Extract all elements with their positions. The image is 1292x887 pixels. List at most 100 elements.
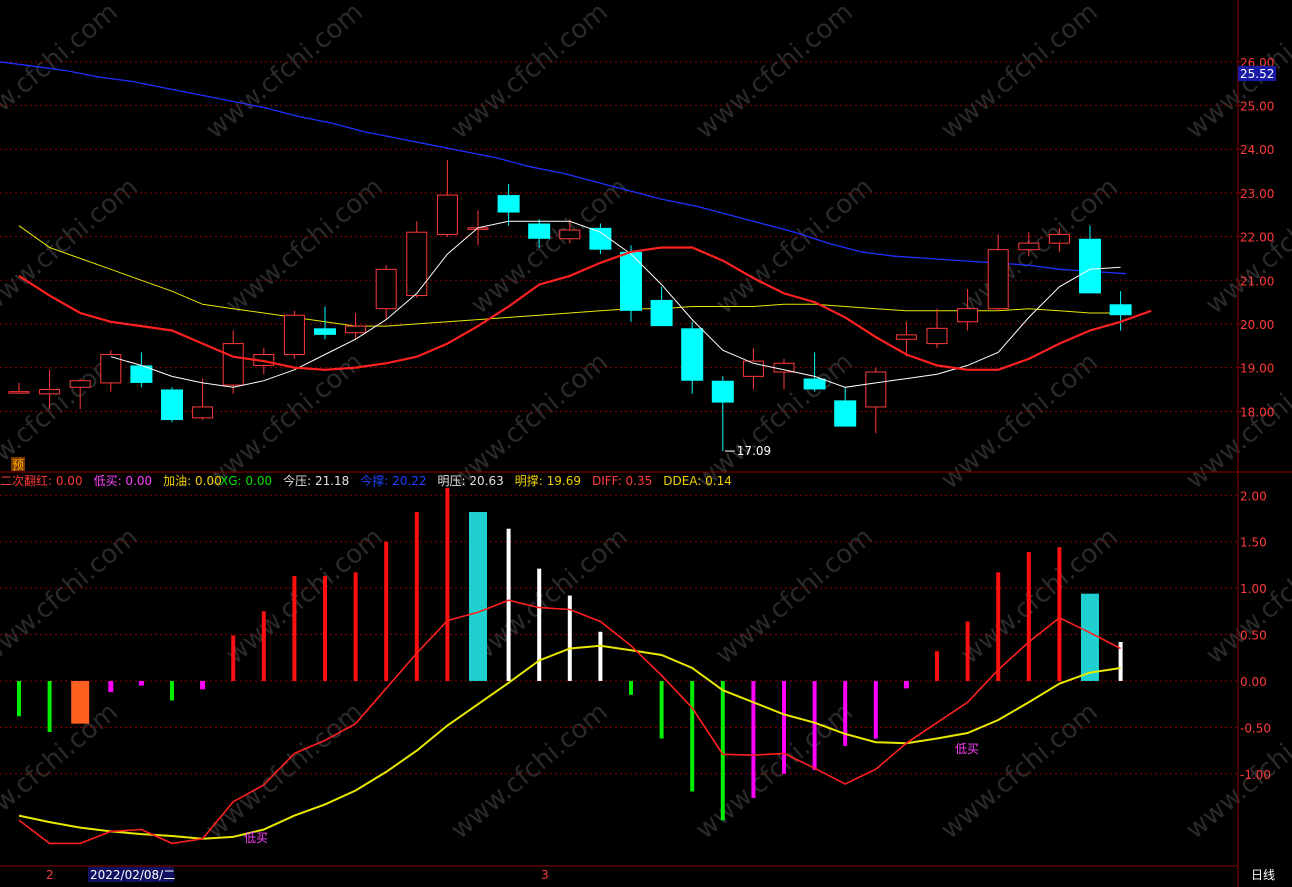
macd-bar	[1026, 551, 1031, 681]
macd-bar	[690, 680, 695, 792]
candle-body-up	[895, 334, 917, 340]
macd-bar	[506, 528, 511, 681]
candle-body-up	[926, 327, 948, 345]
macd-bar	[108, 680, 114, 693]
date-label: 2022/02/08/二	[90, 868, 175, 882]
price-tick-label: 23.00	[1240, 187, 1274, 201]
legend-item: 加油: 0.00	[163, 474, 222, 488]
period-label[interactable]: 日线	[1251, 868, 1275, 882]
macd-bar	[843, 680, 848, 746]
candle-body-up	[957, 308, 979, 323]
legend-item: 二次翻红: 0.00	[0, 473, 83, 488]
macd-bar	[384, 541, 389, 681]
candle-body-down	[620, 251, 642, 311]
macd-bar	[629, 680, 633, 695]
candle-body-up	[773, 362, 795, 373]
indicator-tick-label: -1.00	[1240, 768, 1271, 782]
price-tick-label: 18.00	[1240, 405, 1274, 419]
macd-bar	[261, 611, 266, 681]
candle-body-up	[345, 325, 367, 334]
candle-body-up	[406, 231, 428, 297]
candle-body-down	[589, 227, 612, 250]
macd-bar	[200, 680, 206, 690]
legend-item: 低买: 0.00	[94, 474, 153, 488]
legend-item: 明撑: 19.69	[515, 473, 581, 488]
macd-bar	[138, 680, 144, 686]
price-tick-label: 22.00	[1240, 231, 1274, 245]
candle	[283, 310, 305, 359]
low-annotation: 17.09	[737, 444, 771, 458]
candle-body-up	[222, 343, 244, 386]
candle-body-down	[528, 223, 551, 239]
chart-background	[0, 0, 1292, 887]
macd-bar	[965, 621, 970, 681]
candle-body-down	[314, 328, 336, 335]
candle-body-down	[834, 400, 857, 427]
indicator-tick-label: 0.00	[1240, 675, 1267, 689]
indicator-legend: 二次翻红: 0.00 低买: 0.00 加油: 0.00XG: 0.00 今压: 21…	[0, 473, 732, 488]
macd-bar	[903, 680, 909, 689]
macd-bar	[537, 568, 542, 681]
macd-bar	[292, 576, 297, 681]
legend-item: 明压: 20.63	[438, 474, 504, 488]
macd-bar	[71, 680, 90, 724]
price-tag: 25.52	[1240, 67, 1274, 81]
month-marker-3: 3	[541, 868, 549, 882]
candle-body-up	[375, 268, 397, 310]
candle-body-down	[1079, 238, 1101, 294]
candle-body-up	[436, 194, 458, 235]
legend-item: DDEA: 0.14	[663, 474, 732, 488]
candle-body-up	[865, 371, 887, 408]
price-tick-label: 21.00	[1240, 274, 1274, 288]
macd-bar	[231, 635, 236, 681]
candle-body-down	[803, 378, 826, 390]
candle	[589, 223, 612, 255]
macd-bar	[598, 631, 603, 681]
macd-bar	[47, 680, 52, 733]
candle	[406, 221, 428, 298]
candle-body-up	[39, 388, 61, 395]
candle-body-down	[711, 380, 734, 403]
candle-body-up	[987, 249, 1009, 310]
legend-item: XG: 0.00	[220, 474, 272, 488]
macd-bar	[1081, 593, 1099, 681]
candle-body-down	[650, 299, 673, 327]
macd-bar	[170, 680, 174, 701]
macd-bar	[996, 572, 1001, 681]
candle	[620, 245, 642, 322]
candle	[161, 387, 183, 423]
candle-body-up	[8, 391, 30, 394]
macd-bar	[782, 680, 786, 774]
price-tick-label: 19.00	[1240, 362, 1274, 376]
macd-bar	[873, 680, 878, 739]
candle-body-down	[1109, 304, 1132, 316]
macd-bar	[720, 680, 725, 821]
price-tick-label: 24.00	[1240, 143, 1274, 157]
candle-body-up	[192, 406, 214, 419]
indicator-tick-label: 1.50	[1240, 536, 1267, 550]
indicator-tick-label: 2.00	[1240, 489, 1267, 503]
candle-body-up	[69, 380, 91, 388]
macd-bar	[353, 572, 358, 681]
macd-bar	[323, 576, 327, 681]
candle-body-down	[681, 328, 704, 381]
stock-chart: www.cfchi.com www.cfchi.com www.cfchi.com w…	[0, 0, 1292, 887]
macd-bar	[812, 680, 817, 771]
macd-bar	[567, 595, 572, 681]
yu-badge[interactable]: 预	[12, 458, 24, 472]
candle-body-down	[161, 389, 183, 421]
legend-item: DIFF: 0.35	[592, 474, 652, 488]
macd-bar	[445, 487, 450, 681]
legend-item: 今压: 21.18	[283, 473, 349, 488]
macd-bar	[469, 511, 487, 681]
indicator-tick-label: 0.50	[1240, 629, 1267, 643]
candle-body-down	[497, 195, 520, 213]
macd-bar	[751, 680, 756, 798]
buy-signal-2: 低买	[955, 742, 979, 756]
buy-signal-1: 低买	[244, 831, 268, 845]
macd-bar	[1057, 547, 1062, 681]
candle-body-up	[1048, 233, 1070, 244]
price-tick-label: 20.00	[1240, 318, 1274, 332]
macd-bar	[17, 680, 21, 717]
legend-item: 今撑: 20.22	[360, 473, 426, 488]
